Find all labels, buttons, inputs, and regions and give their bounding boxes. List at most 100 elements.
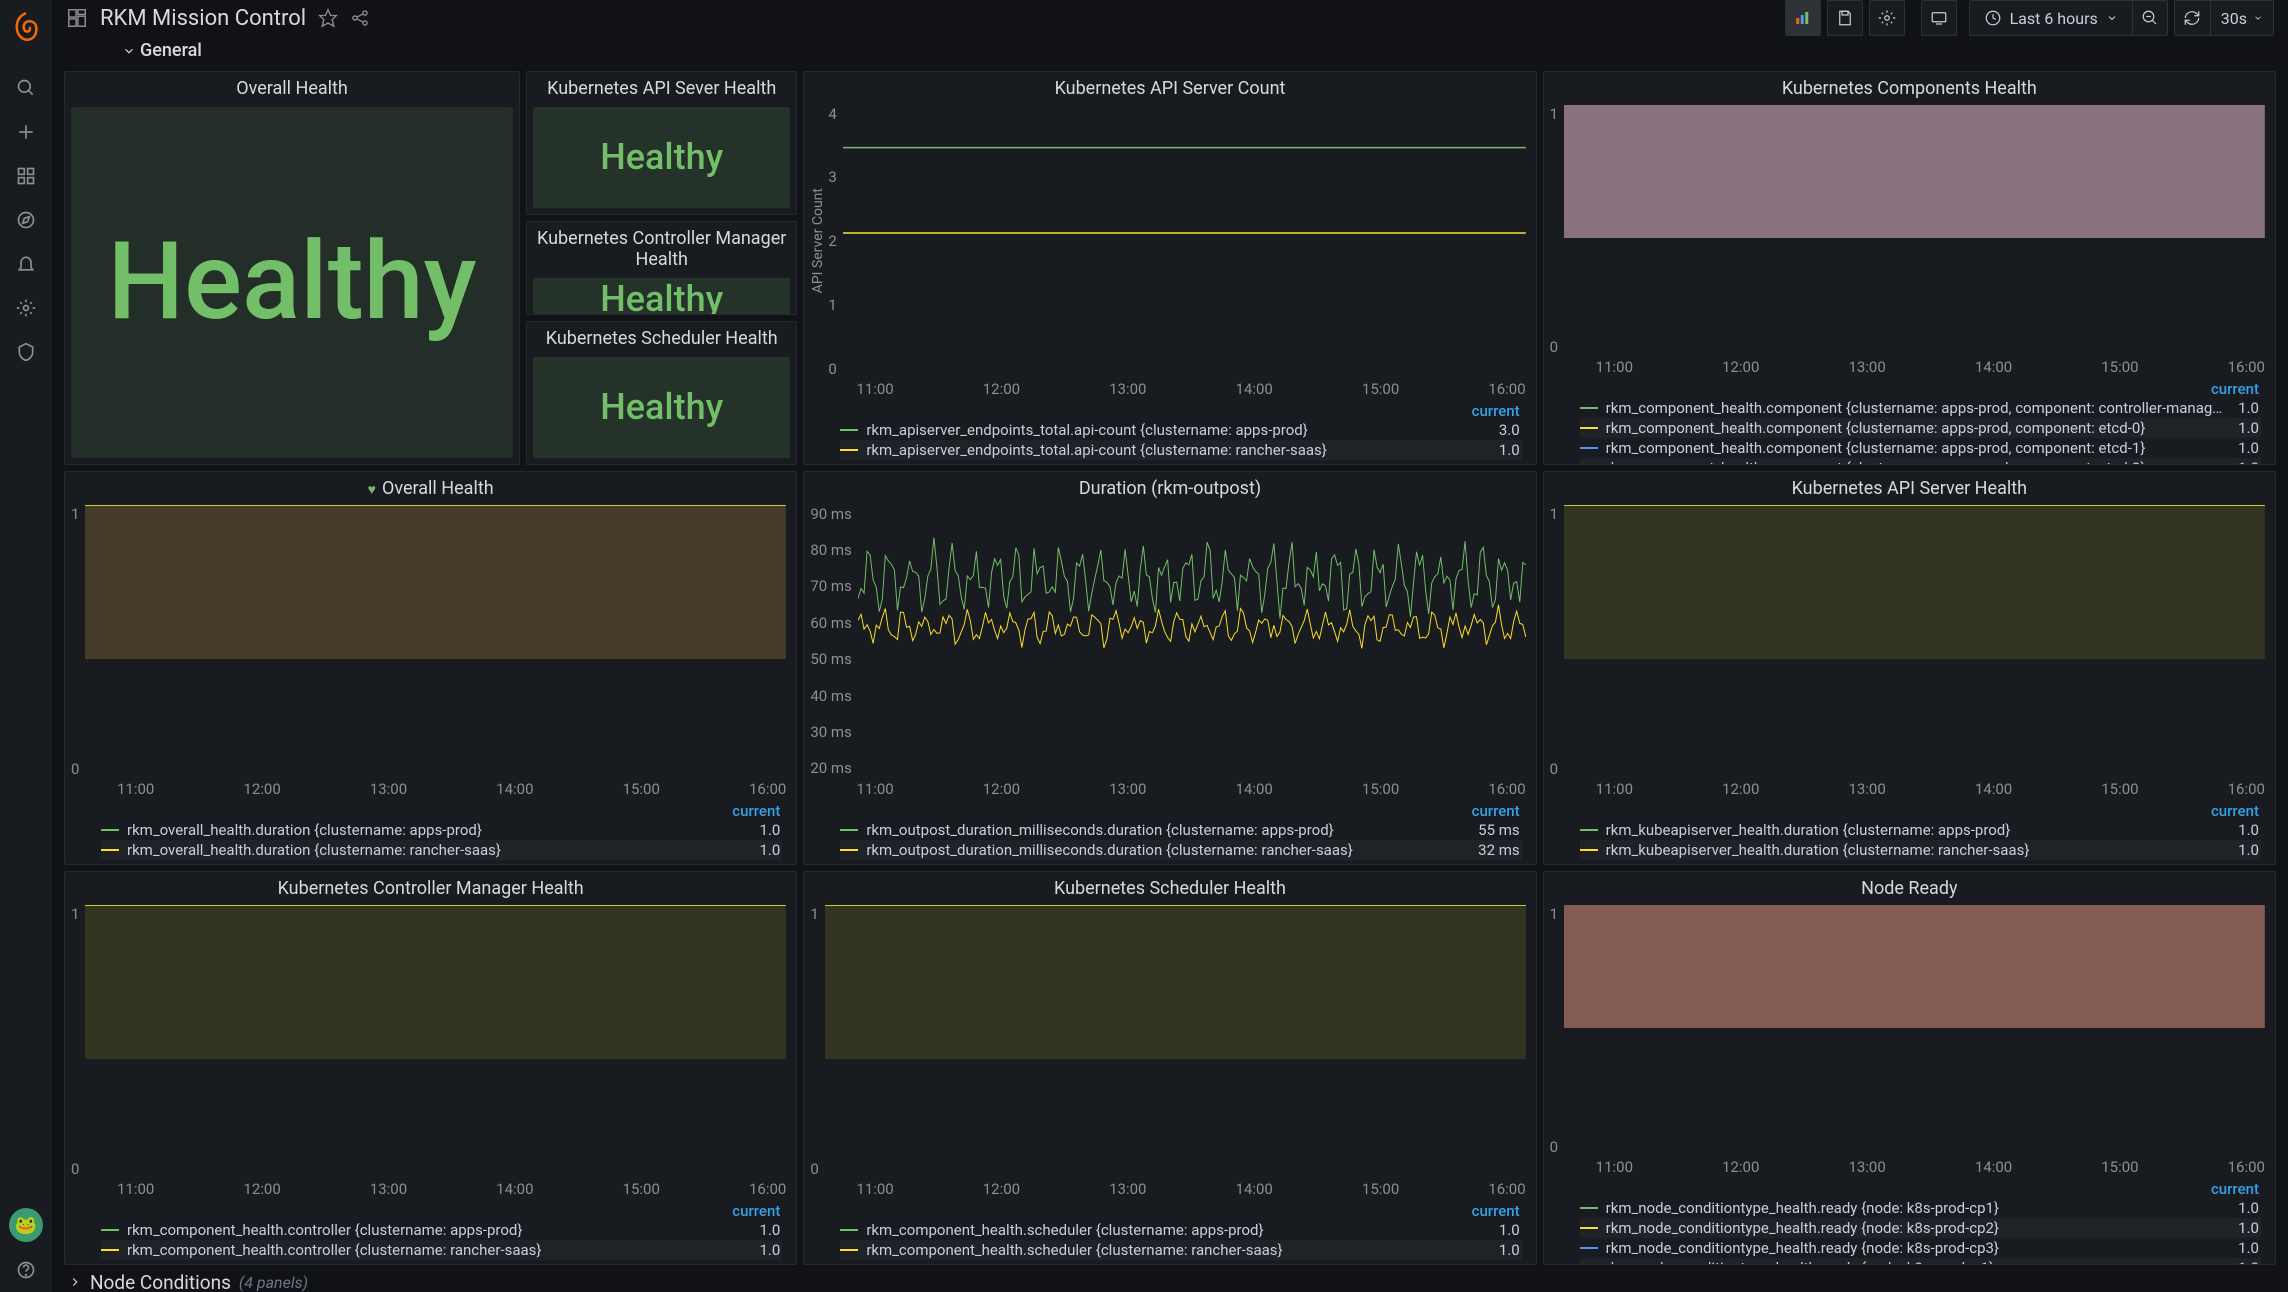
legend-row[interactable]: rkm_component_health.scheduler {clustern…	[840, 1240, 1521, 1260]
legend-row[interactable]: rkm_overall_health.duration {clustername…	[101, 840, 782, 860]
dashboards-icon[interactable]	[6, 156, 46, 196]
topbar: RKM Mission Control Last 6 hours 30s	[52, 0, 2288, 36]
yaxis: 10	[1550, 105, 1564, 356]
panel-ctrl[interactable]: Kubernetes Controller Manager Health Hea…	[526, 221, 797, 315]
xaxis-tick: 12:00	[983, 380, 1020, 398]
legend: current rkm_component_health.controller …	[65, 1200, 796, 1264]
legend-row[interactable]: rkm_node_conditiontype_health.ready {nod…	[1580, 1198, 2261, 1218]
legend-label: rkm_component_health.component {clustern…	[1606, 439, 2231, 457]
settings-button[interactable]	[1869, 0, 1905, 36]
stat-body: Healthy	[533, 278, 790, 315]
zoom-out-button[interactable]	[2132, 0, 2168, 36]
panel-api_health[interactable]: Kubernetes API Server Health 10 11:0012:…	[1543, 471, 2276, 865]
help-icon[interactable]	[6, 1250, 46, 1290]
search-icon[interactable]	[6, 68, 46, 108]
plot[interactable]	[85, 905, 786, 1178]
legend-value: 1.0	[2238, 1239, 2261, 1257]
legend-row[interactable]: rkm_component_health.component {clustern…	[1580, 418, 2261, 438]
plus-icon[interactable]	[6, 112, 46, 152]
tv-mode-button[interactable]	[1921, 0, 1957, 36]
legend-swatch	[1580, 1227, 1598, 1229]
xaxis-tick: 12:00	[983, 780, 1020, 798]
xaxis: 11:0012:0013:0014:0015:0016:00	[804, 1178, 1535, 1200]
panel-node_ready[interactable]: Node Ready 10 11:0012:0013:0014:0015:001…	[1543, 871, 2276, 1265]
legend-label: rkm_node_conditiontype_health.ready {nod…	[1606, 1199, 2231, 1217]
plot[interactable]	[85, 505, 786, 778]
plot[interactable]	[1564, 905, 2265, 1156]
grafana-logo[interactable]	[5, 6, 47, 48]
panel-title: Kubernetes Scheduler Health	[527, 322, 796, 351]
panel-sched_health[interactable]: Kubernetes Scheduler Health 10 11:0012:0…	[803, 871, 1536, 1265]
legend-row[interactable]: rkm_overall_health.duration {clustername…	[101, 820, 782, 840]
legend-swatch	[840, 1249, 858, 1251]
panel-sched[interactable]: Kubernetes Scheduler Health Healthy	[526, 321, 797, 465]
legend-row[interactable]: rkm_kubeapiserver_health.duration {clust…	[1580, 820, 2261, 840]
plot[interactable]	[858, 505, 1526, 778]
panel-ctrl_health[interactable]: Kubernetes Controller Manager Health 10 …	[64, 871, 797, 1265]
xaxis-tick: 12:00	[1722, 1158, 1759, 1176]
legend-row[interactable]: rkm_component_health.scheduler {clustern…	[840, 1220, 1521, 1240]
xaxis-tick: 14:00	[1236, 380, 1273, 398]
panel-title: Kubernetes API Server Count	[804, 72, 1535, 101]
legend: current rkm_overall_health.duration {clu…	[65, 800, 796, 864]
refresh-button[interactable]	[2174, 0, 2210, 36]
legend-row[interactable]: rkm_kubeapiserver_health.duration {clust…	[1580, 840, 2261, 860]
legend-header: current	[840, 802, 1521, 820]
plot[interactable]	[1564, 105, 2265, 356]
plot[interactable]	[825, 905, 1526, 1178]
legend-row[interactable]: rkm_component_health.controller {cluster…	[101, 1220, 782, 1240]
legend-label: rkm_node_conditiontype_health.ready {nod…	[1606, 1219, 2231, 1237]
xaxis-tick: 13:00	[1109, 1180, 1146, 1198]
legend-label: rkm_overall_health.duration {clustername…	[127, 841, 752, 859]
legend-header: current	[1580, 802, 2261, 820]
plot[interactable]	[843, 105, 1526, 378]
xaxis-tick: 12:00	[983, 1180, 1020, 1198]
legend-value: 32 ms	[1478, 841, 1521, 859]
plot[interactable]	[1564, 505, 2265, 778]
time-range-button[interactable]: Last 6 hours	[1969, 0, 2132, 36]
legend-row[interactable]: rkm_component_health.component {clustern…	[1580, 438, 2261, 458]
alerting-icon[interactable]	[6, 244, 46, 284]
row-node-conditions-toggle[interactable]: Node Conditions (4 panels)	[64, 1271, 2276, 1292]
legend-swatch	[1580, 1207, 1598, 1209]
legend-label: rkm_component_health.component {clustern…	[1606, 459, 2231, 464]
legend-row[interactable]: rkm_node_conditiontype_health.ready {nod…	[1580, 1218, 2261, 1238]
xaxis: 11:0012:0013:0014:0015:0016:00	[65, 1178, 796, 1200]
panel-components[interactable]: Kubernetes Components Health 10 11:0012:…	[1543, 71, 2276, 465]
legend-row[interactable]: rkm_apiserver_endpoints_total.api-count …	[840, 420, 1521, 440]
legend-header: current	[1580, 380, 2261, 398]
legend-row[interactable]: rkm_apiserver_endpoints_total.api-count …	[840, 440, 1521, 460]
legend-row[interactable]: rkm_node_conditiontype_health.ready {nod…	[1580, 1258, 2261, 1264]
legend-header: current	[1580, 1180, 2261, 1198]
star-icon[interactable]	[318, 8, 338, 28]
explore-icon[interactable]	[6, 200, 46, 240]
refresh-interval-button[interactable]: 30s	[2210, 0, 2274, 36]
legend-row[interactable]: rkm_node_conditiontype_health.ready {nod…	[1580, 1238, 2261, 1258]
panel-overall[interactable]: Overall Health Healthy	[64, 71, 520, 465]
legend-label: rkm_node_conditiontype_health.ready {nod…	[1606, 1259, 2231, 1264]
legend-value: 55 ms	[1478, 821, 1521, 839]
xaxis-tick: 14:00	[1975, 1158, 2012, 1176]
legend-header: current	[101, 1202, 782, 1220]
row-general-toggle[interactable]: General	[122, 40, 202, 61]
legend-row[interactable]: rkm_outpost_duration_milliseconds.durati…	[840, 820, 1521, 840]
share-icon[interactable]	[350, 8, 370, 28]
configuration-icon[interactable]	[6, 288, 46, 328]
legend-value: 1.0	[2238, 1219, 2261, 1237]
xaxis-tick: 11:00	[856, 1180, 893, 1198]
legend-row[interactable]: rkm_component_health.component {clustern…	[1580, 458, 2261, 464]
legend-row[interactable]: rkm_outpost_duration_milliseconds.durati…	[840, 840, 1521, 860]
panel-api_count[interactable]: Kubernetes API Server Count API Server C…	[803, 71, 1536, 465]
legend-swatch	[1580, 427, 1598, 429]
panel-overall2[interactable]: ♥Overall Health 10 11:0012:0013:0014:001…	[64, 471, 797, 865]
panel-api[interactable]: Kubernetes API Sever Health Healthy	[526, 71, 797, 215]
avatar[interactable]: 🐸	[9, 1208, 43, 1242]
row-panel-count: (4 panels)	[239, 1273, 308, 1292]
dashboard-icon[interactable]	[66, 7, 88, 29]
add-panel-button[interactable]	[1785, 0, 1821, 36]
server-admin-icon[interactable]	[6, 332, 46, 372]
panel-duration[interactable]: Duration (rkm-outpost) 90 ms80 ms70 ms60…	[803, 471, 1536, 865]
save-button[interactable]	[1827, 0, 1863, 36]
legend-row[interactable]: rkm_component_health.component {clustern…	[1580, 398, 2261, 418]
legend-row[interactable]: rkm_component_health.controller {cluster…	[101, 1240, 782, 1260]
